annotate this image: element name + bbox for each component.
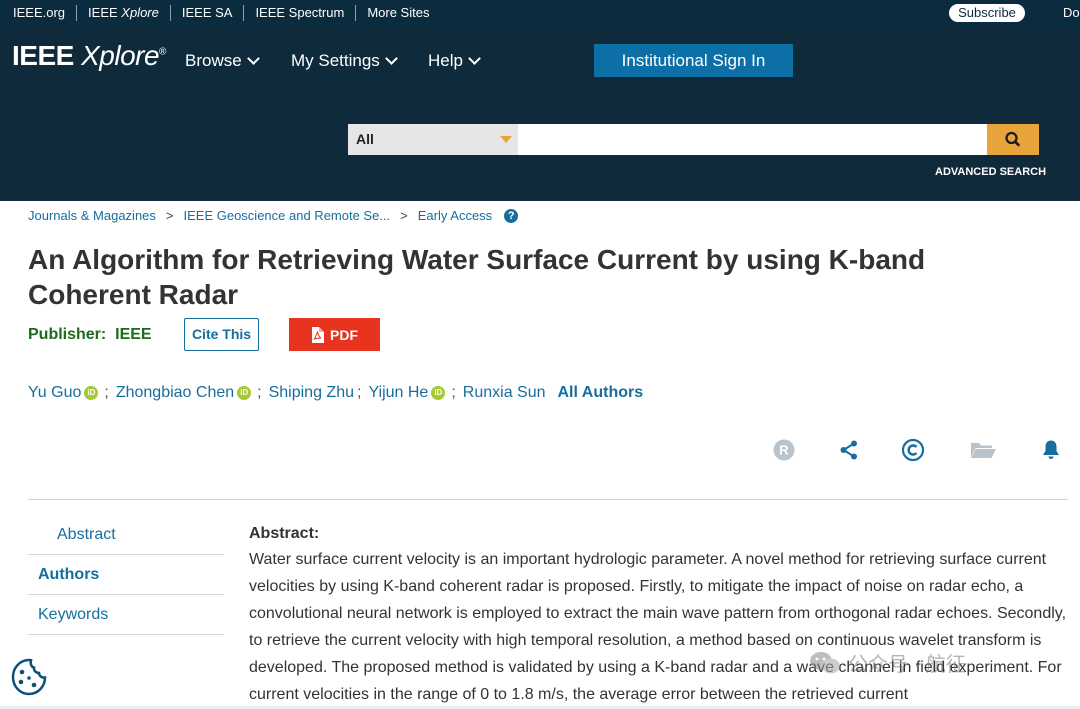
article-title: An Algorithm for Retrieving Water Surfac… <box>28 244 926 310</box>
folder-icon[interactable] <box>969 438 997 462</box>
author-link[interactable]: Zhongbiao Chen <box>116 384 234 402</box>
chevron-down-icon <box>384 52 398 65</box>
author-link[interactable]: Shiping Zhu <box>269 384 354 402</box>
search-scope-value: All <box>356 131 374 147</box>
more-sites-link[interactable]: More Sites <box>356 5 440 21</box>
cite-this-button[interactable]: Cite This <box>184 318 259 351</box>
nav-browse-label: Browse <box>185 51 242 70</box>
author-separator: ; <box>356 384 362 401</box>
ieee-xplore-logo[interactable]: IEEE Xplore® <box>12 40 166 72</box>
abstract-text: Water surface current velocity is an imp… <box>249 551 1067 703</box>
all-authors-link[interactable]: All Authors <box>558 384 644 402</box>
institutional-sign-in-button[interactable]: Institutional Sign In <box>594 44 793 77</box>
pdf-label: PDF <box>330 326 358 343</box>
nav-help[interactable]: Help <box>428 51 481 71</box>
section-nav-label: Authors <box>38 565 100 583</box>
publisher-label: Publisher: <box>28 326 107 343</box>
breadcrumb-separator: > <box>400 208 408 223</box>
share-icon[interactable] <box>837 438 861 462</box>
nav-help-label: Help <box>428 51 463 70</box>
search-bar: All <box>348 124 1039 155</box>
author-separator: ; <box>451 384 456 401</box>
bell-icon[interactable] <box>1039 438 1063 462</box>
logo-main: IEEE <box>12 40 82 71</box>
logo-reg: ® <box>159 46 166 58</box>
author-separator: ; <box>257 384 262 401</box>
section-nav: Abstract Authors Keywords <box>28 515 224 635</box>
rights-icon[interactable]: R <box>772 438 796 462</box>
copyright-icon[interactable] <box>901 438 925 462</box>
caret-down-icon <box>500 136 512 143</box>
ieee-xplore-prefix: IEEE <box>88 5 122 20</box>
pdf-button[interactable]: PDF <box>289 318 380 351</box>
publisher-value: IEEE <box>115 326 152 343</box>
advanced-search-link[interactable]: ADVANCED SEARCH <box>935 166 1046 178</box>
ieee-spectrum-link[interactable]: IEEE Spectrum <box>244 5 357 21</box>
breadcrumb: Journals & Magazines > IEEE Geoscience a… <box>28 208 519 223</box>
top-links: IEEE.org IEEE Xplore IEEE SA IEEE Spectr… <box>13 5 440 21</box>
breadcrumb-early-access[interactable]: Early Access <box>418 208 492 223</box>
cookie-icon[interactable] <box>10 658 48 696</box>
nav-my-settings[interactable]: My Settings <box>291 51 398 71</box>
section-nav-abstract[interactable]: Abstract <box>28 515 224 555</box>
logo-italic: Xplore <box>81 40 160 71</box>
author-link[interactable]: Yijun He <box>368 384 428 402</box>
abstract-section: Abstract: Water surface current velocity… <box>249 524 1069 708</box>
search-icon <box>1005 131 1020 147</box>
nav-browse[interactable]: Browse <box>185 51 260 71</box>
chevron-down-icon <box>468 52 481 65</box>
section-nav-keywords[interactable]: Keywords <box>28 595 224 635</box>
svg-text:R: R <box>779 443 789 458</box>
breadcrumb-journals[interactable]: Journals & Magazines <box>28 208 156 223</box>
help-icon[interactable]: ? <box>504 208 519 223</box>
search-input[interactable] <box>518 124 987 155</box>
subscribe-button[interactable]: Subscribe <box>949 4 1025 22</box>
nav-my-settings-label: My Settings <box>291 51 380 70</box>
orcid-icon[interactable]: iD <box>84 386 99 400</box>
chevron-down-icon <box>246 52 260 65</box>
ieee-xplore-italic: Xplore <box>121 5 159 20</box>
ieee-sa-link[interactable]: IEEE SA <box>171 5 245 21</box>
orcid-icon[interactable]: iD <box>431 386 446 400</box>
section-nav-label: Keywords <box>38 605 109 623</box>
author-link[interactable]: Runxia Sun <box>463 384 546 402</box>
donate-link-cut[interactable]: Do <box>1063 5 1080 20</box>
section-nav-label: Abstract <box>57 525 116 543</box>
ieee-org-link[interactable]: IEEE.org <box>13 5 78 21</box>
ieee-xplore-link[interactable]: IEEE Xplore <box>77 5 171 21</box>
breadcrumb-separator: > <box>165 208 174 223</box>
orcid-icon[interactable]: iD <box>237 386 252 400</box>
watermark-text: 公众号 · 航征 <box>848 654 966 676</box>
wechat-icon <box>810 651 840 673</box>
top-strip: IEEE.org IEEE Xplore IEEE SA IEEE Spectr… <box>0 0 1080 27</box>
site-header: IEEE Xplore® Browse My Settings Help Ins… <box>0 27 1080 201</box>
author-link[interactable]: Yu Guo <box>28 384 81 402</box>
author-list: Yu Guo iD ; Zhongbiao Chen iD ; Shiping … <box>28 384 643 402</box>
author-separator: ; <box>104 384 109 401</box>
pdf-file-icon <box>312 326 324 343</box>
abstract-heading: Abstract: <box>249 525 320 542</box>
section-nav-authors[interactable]: Authors <box>28 555 224 595</box>
breadcrumb-publication[interactable]: IEEE Geoscience and Remote Se... <box>184 208 391 223</box>
search-button[interactable] <box>987 124 1039 155</box>
publisher: Publisher: IEEE <box>28 326 152 344</box>
search-scope-select[interactable]: All <box>348 124 518 155</box>
content-divider <box>28 499 1068 500</box>
watermark: 公众号 · 航征 <box>808 648 966 677</box>
